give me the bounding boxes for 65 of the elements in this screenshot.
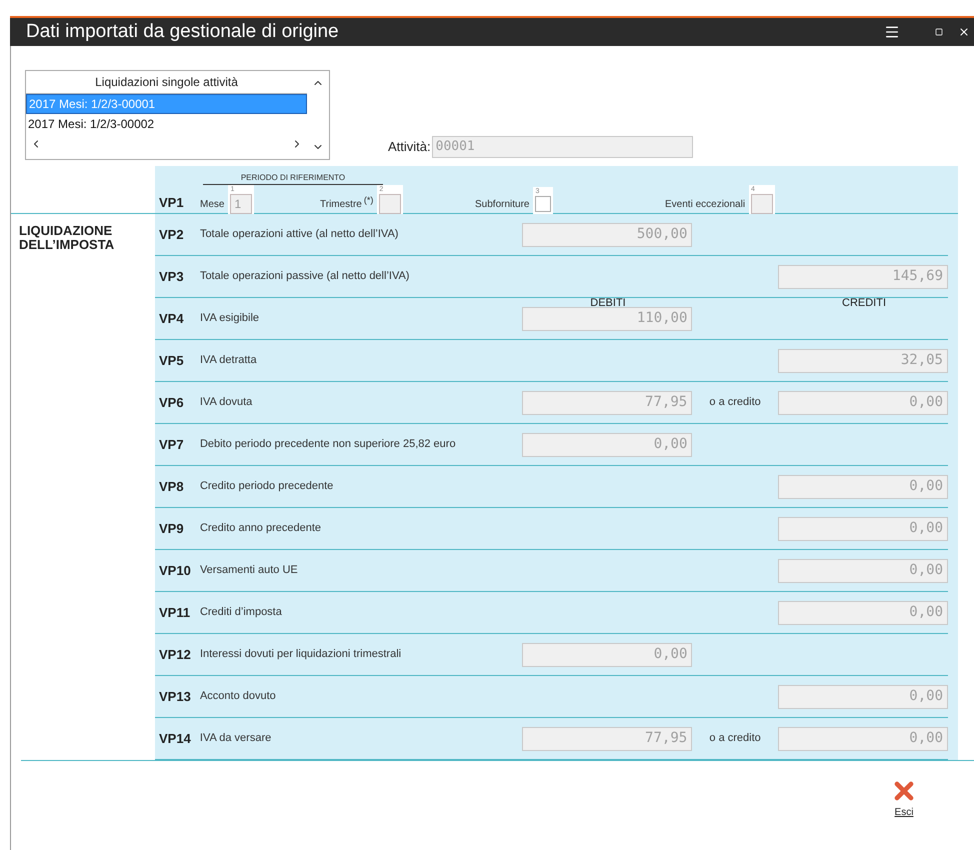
- column-heading: CREDITI: [841, 296, 887, 311]
- row-code: VP12: [158, 646, 192, 664]
- activity-label: Attività:: [388, 138, 431, 156]
- list-item[interactable]: 2017 Mesi: 1/2/3-00001: [26, 94, 307, 114]
- row-code: VP5: [158, 352, 185, 370]
- row-code: VP3: [158, 268, 185, 286]
- amount-field[interactable]: 0,00: [522, 642, 692, 666]
- menu-icon[interactable]: [884, 24, 900, 40]
- field-label: Subforniture: [475, 198, 530, 212]
- amount-field[interactable]: 0,00: [778, 684, 948, 708]
- activity-field[interactable]: 00001: [432, 136, 693, 158]
- amount-field[interactable]: 77,95: [522, 726, 692, 750]
- row-label: Debito periodo precedente non superiore 25,82 euro: [200, 437, 457, 452]
- list-header: Liquidazioni singole attività: [95, 74, 238, 91]
- row-label: Crediti d’imposta: [200, 605, 283, 620]
- row-code: VP7: [158, 436, 185, 454]
- row-label: Acconto dovuto: [200, 689, 277, 704]
- row-label: Interessi dovuti per liquidazioni trimestrali: [200, 647, 402, 662]
- section-title: LIQUIDAZIONE DELL’IMPOSTA: [18, 222, 116, 252]
- row-label: IVA da versare: [200, 731, 272, 746]
- amount-field[interactable]: 0,00: [778, 600, 948, 624]
- row-label: IVA dovuta: [200, 395, 254, 410]
- amount-field[interactable]: 0,00: [778, 390, 948, 414]
- row-label: Totale operazioni attive (al netto dell’IVA): [200, 227, 400, 242]
- field-label: Trimestre $^{(*)}$: [320, 197, 374, 212]
- row-code: VP6: [158, 394, 185, 412]
- amount-field[interactable]: 32,05: [778, 348, 948, 372]
- amount-field[interactable]: 0,00: [522, 432, 692, 456]
- row-code: VP1: [158, 194, 185, 212]
- field-label: Eventi eccezionali: [665, 198, 746, 212]
- amount-field[interactable]: 500,00: [522, 222, 692, 246]
- row-label: Totale operazioni passive (al netto dell’IVA): [200, 269, 410, 284]
- amount-field[interactable]: 0,00: [778, 726, 948, 750]
- row-code: VP4: [158, 310, 185, 328]
- period-field[interactable]: [379, 194, 402, 214]
- field-label: Mese: [200, 198, 224, 212]
- row-code: VP2: [158, 226, 185, 244]
- row-code: VP10: [158, 562, 192, 580]
- row-code: VP11: [158, 604, 192, 622]
- amount-field[interactable]: 0,00: [778, 474, 948, 498]
- amount-field[interactable]: 0,00: [778, 558, 948, 582]
- close-icon[interactable]: [958, 26, 970, 38]
- amount-field[interactable]: 77,95: [522, 390, 692, 414]
- row-code: VP9: [158, 520, 185, 538]
- amount-field[interactable]: 145,69: [778, 264, 948, 288]
- row-label: IVA detratta: [200, 353, 258, 368]
- row-label: Versamenti auto UE: [200, 563, 299, 578]
- row-label: IVA esigibile: [200, 311, 260, 326]
- row-code: VP8: [158, 478, 185, 496]
- exit-button[interactable]: Esci: [890, 777, 918, 820]
- checkbox[interactable]: [535, 196, 552, 212]
- row-label: Credito anno precedente: [200, 521, 322, 536]
- maximize-icon[interactable]: [934, 28, 944, 36]
- or-credit-label: o a credito: [709, 395, 761, 410]
- row-label: Credito periodo precedente: [200, 479, 334, 494]
- amount-field[interactable]: 0,00: [778, 516, 948, 540]
- period-heading: PERIODO DI RIFERIMENTO: [240, 172, 346, 184]
- or-credit-label: o a credito: [709, 731, 761, 746]
- row-code: VP13: [158, 688, 192, 706]
- row-code: VP14: [158, 730, 192, 748]
- window-title: Dati importati da gestionale di origine: [26, 20, 340, 44]
- amount-field[interactable]: 110,00: [522, 306, 692, 330]
- period-field[interactable]: [751, 194, 774, 214]
- period-field[interactable]: 1: [230, 194, 252, 214]
- list-item[interactable]: 2017 Mesi: 1/2/3-00002: [26, 114, 307, 134]
